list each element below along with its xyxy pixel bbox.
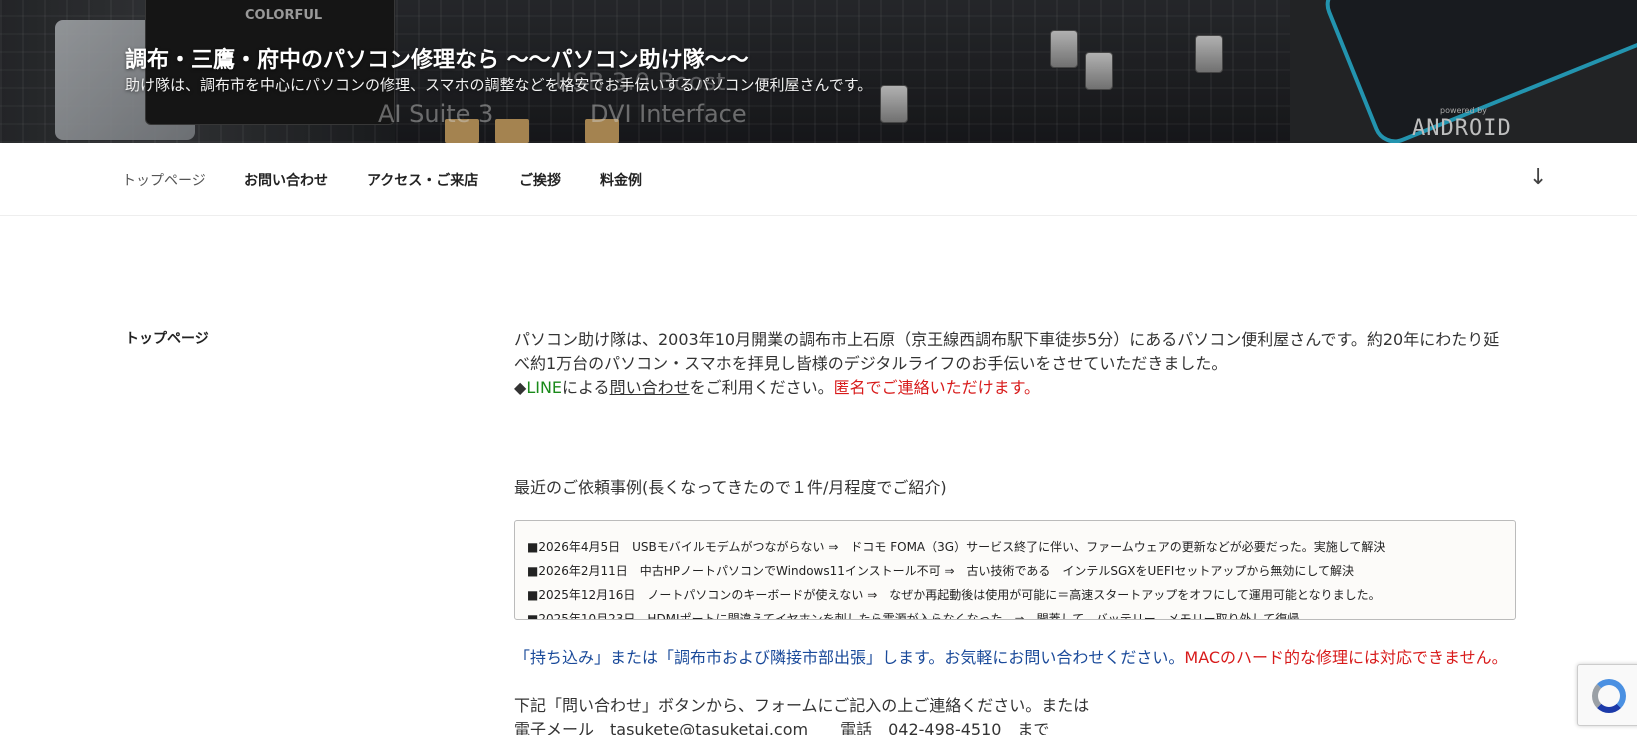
case-item: ■2026年2月11日 中古HPノートパソコンでWindows11インストール不… xyxy=(527,564,1354,578)
nav-item-greeting[interactable]: ご挨拶 xyxy=(519,170,561,190)
line-suffix-text: をご利用ください。 xyxy=(689,378,834,397)
case-item: ■2026年4月5日 USBモバイルモデムがつながらない ⇒ ドコモ FOMA（… xyxy=(527,540,1386,554)
case-item: ■2025年10月23日 HDMIポートに間違えてイヤホンを刺したら電源が入らな… xyxy=(527,612,1300,620)
recent-cases-box[interactable]: ■2026年4月5日 USBモバイルモデムがつながらない ⇒ ドコモ FOMA（… xyxy=(514,520,1516,620)
nav-item-contact[interactable]: お問い合わせ xyxy=(244,170,328,190)
page-title: トップページ xyxy=(125,331,209,347)
line-contact-link[interactable]: 問い合わせ xyxy=(610,378,690,397)
recaptcha-icon xyxy=(1592,679,1626,713)
contact-details: 電子メール tasukete@tasuketai.com 電話 042-498-… xyxy=(514,720,1050,735)
service-notice: 「持ち込み」または「調布市および隣接市部出張」します。お気軽にお問い合わせくださ… xyxy=(514,644,1508,668)
nav-item-top-page[interactable]: トップページ xyxy=(122,170,206,190)
anonymous-notice: 匿名でご連絡いただけます。 xyxy=(833,378,1040,397)
case-item: ■2025年12月16日 ノートパソコンのキーボードが使えない ⇒ なぜか再起動… xyxy=(527,588,1381,602)
arrow-down-icon[interactable]: ↓ xyxy=(1529,165,1547,190)
intro-section: パソコン助け隊は、2003年10月開業の調布市上石原（京王線西調布駅下車徒歩5分… xyxy=(514,328,1514,400)
nav-item-pricing[interactable]: 料金例 xyxy=(600,170,642,190)
intro-text: パソコン助け隊は、2003年10月開業の調布市上石原（京王線西調布駅下車徒歩5分… xyxy=(514,330,1500,373)
site-title[interactable]: 調布・三鷹・府中のパソコン修理なら 〜〜パソコン助け隊〜〜 xyxy=(125,42,749,74)
line-mid-text: による xyxy=(562,378,610,397)
recaptcha-badge[interactable] xyxy=(1577,664,1637,726)
header-banner: COLORFUL USB 3.0 Boost AI Suite 3 DVI In… xyxy=(0,0,1637,143)
recent-cases-heading: 最近のご依頼事例(長くなってきたので１件/月程度でご紹介) xyxy=(514,478,947,497)
intro-paragraph: パソコン助け隊は、2003年10月開業の調布市上石原（京王線西調布駅下車徒歩5分… xyxy=(514,328,1514,400)
service-notice-text: 「持ち込み」または「調布市および隣接市部出張」します。お気軽にお問い合わせくださ… xyxy=(514,648,1185,667)
line-label: LINE xyxy=(526,378,563,397)
contact-instructions: 下記「問い合わせ」ボタンから、フォームにご記入の上ご連絡ください。または xyxy=(514,696,1090,715)
nav-item-access[interactable]: アクセス・ご来店 xyxy=(367,170,478,190)
mac-notice-text: MACのハード的な修理には対応できません。 xyxy=(1184,648,1508,667)
main-navigation: トップページ お問い合わせ アクセス・ご来店 ご挨拶 料金例 ↓ xyxy=(0,143,1637,216)
site-description: 助け隊は、調布市を中心にパソコンの修理、スマホの調整などを格安でお手伝いするパソ… xyxy=(125,76,873,94)
line-prefix: ◆ xyxy=(514,378,527,397)
